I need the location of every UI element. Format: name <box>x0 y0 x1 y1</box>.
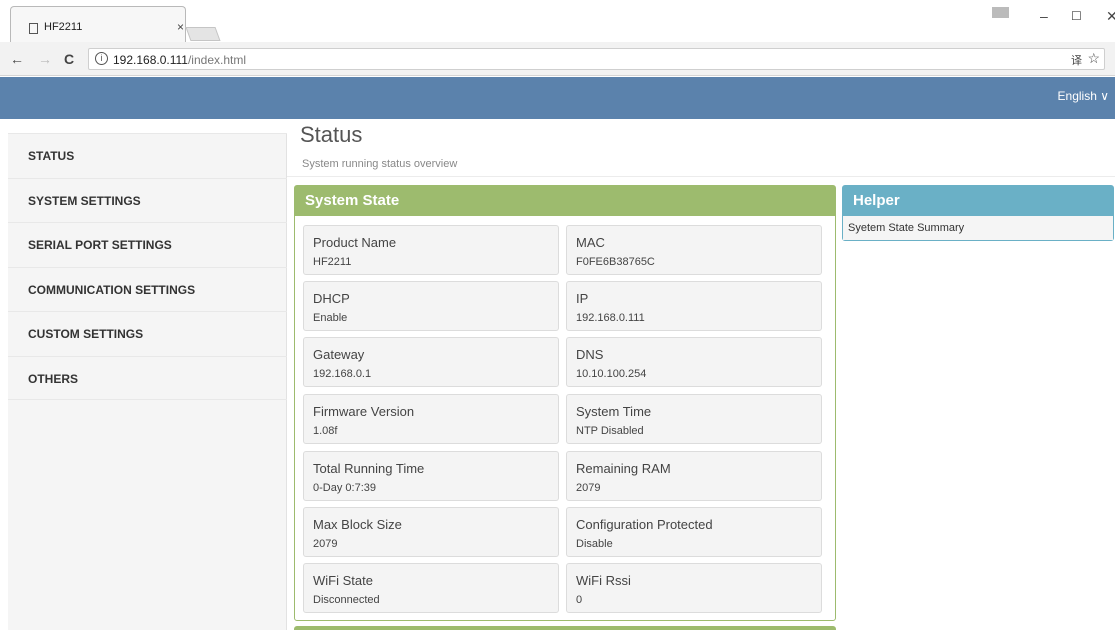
helper-text: Syetem State Summary <box>843 216 1113 240</box>
browser-toolbar: ← → C i 192.168.0.111/index.html 译 ☆ <box>0 42 1115 76</box>
info-icon[interactable]: i <box>95 52 108 65</box>
field-label: System Time <box>576 404 652 419</box>
sidebar: STATUS SYSTEM SETTINGS SERIAL PORT SETTI… <box>8 133 287 630</box>
profile-icon[interactable] <box>992 7 1009 18</box>
field-wifi-rssi: WiFi Rssi 0 <box>566 563 822 613</box>
sidebar-item-serial-port-settings[interactable]: SERIAL PORT SETTINGS <box>8 222 287 266</box>
top-bar: English ∨ <box>0 77 1115 119</box>
address-bar[interactable]: i 192.168.0.111/index.html 译 ☆ <box>88 48 1105 70</box>
field-label: Product Name <box>313 235 397 250</box>
sidebar-item-label: STATUS <box>28 149 75 163</box>
sidebar-item-others[interactable]: OTHERS <box>8 356 287 400</box>
field-mac: MAC F0FE6B38765C <box>566 225 822 275</box>
sidebar-item-status[interactable]: STATUS <box>8 133 287 177</box>
field-label: DNS <box>576 347 604 362</box>
field-dns: DNS 10.10.100.254 <box>566 337 822 387</box>
sidebar-item-label: SYSTEM SETTINGS <box>28 194 141 208</box>
bookmark-star-icon[interactable]: ☆ <box>1087 50 1100 67</box>
field-label: IP <box>576 291 589 306</box>
sidebar-item-label: CUSTOM SETTINGS <box>28 327 144 341</box>
page-subtitle: System running status overview <box>302 158 458 170</box>
maximize-icon[interactable]: ☐ <box>1071 9 1082 23</box>
field-value: 2079 <box>576 482 601 494</box>
field-label: Configuration Protected <box>576 517 713 532</box>
system-state-panel: System State Product Name HF2211 MAC F0FE6… <box>294 185 836 621</box>
field-ip: IP 192.168.0.111 <box>566 281 822 331</box>
page-title: Status <box>300 122 363 147</box>
tab-close-icon[interactable]: × <box>177 20 184 34</box>
field-remaining-ram: Remaining RAM 2079 <box>566 451 822 501</box>
page-header: Status System running status overview <box>287 119 1115 177</box>
field-value: 2079 <box>313 538 338 550</box>
field-firmware-version: Firmware Version 1.08f <box>303 394 559 444</box>
language-dropdown[interactable]: English ∨ <box>1058 89 1109 103</box>
field-value: 0-Day 0:7:39 <box>313 482 376 494</box>
forward-icon[interactable]: → <box>38 51 52 67</box>
field-total-running-time: Total Running Time 0-Day 0:7:39 <box>303 451 559 501</box>
field-label: Firmware Version <box>313 404 415 419</box>
field-label: Max Block Size <box>313 517 402 532</box>
field-configuration-protected: Configuration Protected Disable <box>566 507 822 557</box>
sidebar-item-label: OTHERS <box>28 372 79 386</box>
field-value: Disable <box>576 538 613 550</box>
field-label: DHCP <box>313 291 350 306</box>
url-text[interactable]: 192.168.0.111/index.html <box>113 53 246 67</box>
field-product-name: Product Name HF2211 <box>303 225 559 275</box>
field-value: HF2211 <box>313 256 352 268</box>
field-label: WiFi State <box>313 573 373 588</box>
field-value: NTP Disabled <box>576 425 644 437</box>
tab-title: HF2211 <box>44 21 83 33</box>
sidebar-item-custom-settings[interactable]: CUSTOM SETTINGS <box>8 311 287 355</box>
field-max-block-size: Max Block Size 2079 <box>303 507 559 557</box>
field-label: Gateway <box>313 347 365 362</box>
document-icon <box>29 23 38 34</box>
field-gateway: Gateway 192.168.0.1 <box>303 337 559 387</box>
panel-title: System State <box>295 186 835 216</box>
new-tab-button[interactable] <box>185 27 221 41</box>
helper-panel: Helper Syetem State Summary <box>842 185 1114 241</box>
sidebar-item-communication-settings[interactable]: COMMUNICATION SETTINGS <box>8 267 287 311</box>
browser-tabstrip: HF2211 × – ☐ ✕ <box>0 0 1115 42</box>
field-label: MAC <box>576 235 605 250</box>
next-panel-top <box>294 626 836 630</box>
field-label: WiFi Rssi <box>576 573 631 588</box>
field-wifi-state: WiFi State Disconnected <box>303 563 559 613</box>
back-icon[interactable]: ← <box>10 51 24 67</box>
close-window-icon[interactable]: ✕ <box>1106 8 1115 25</box>
sidebar-item-label: COMMUNICATION SETTINGS <box>28 283 196 297</box>
minimize-icon[interactable]: – <box>1040 8 1048 24</box>
field-label: Total Running Time <box>313 461 425 476</box>
translate-icon[interactable]: 译 <box>1071 52 1082 68</box>
field-value: 10.10.100.254 <box>576 368 647 380</box>
field-label: Remaining RAM <box>576 461 671 476</box>
field-value: 192.168.0.1 <box>313 368 372 380</box>
reload-icon[interactable]: C <box>64 51 74 67</box>
field-value: F0FE6B38765C <box>576 256 655 268</box>
field-system-time: System Time NTP Disabled <box>566 394 822 444</box>
browser-tab[interactable]: HF2211 × <box>10 6 186 42</box>
sidebar-item-system-settings[interactable]: SYSTEM SETTINGS <box>8 178 287 222</box>
field-value: 0 <box>576 594 583 606</box>
field-value: 1.08f <box>313 425 338 437</box>
sidebar-item-label: SERIAL PORT SETTINGS <box>28 238 172 252</box>
field-value: Enable <box>313 312 348 324</box>
field-dhcp: DHCP Enable <box>303 281 559 331</box>
field-value: Disconnected <box>313 594 380 606</box>
field-value: 192.168.0.111 <box>576 312 645 324</box>
helper-title: Helper <box>843 186 1113 216</box>
